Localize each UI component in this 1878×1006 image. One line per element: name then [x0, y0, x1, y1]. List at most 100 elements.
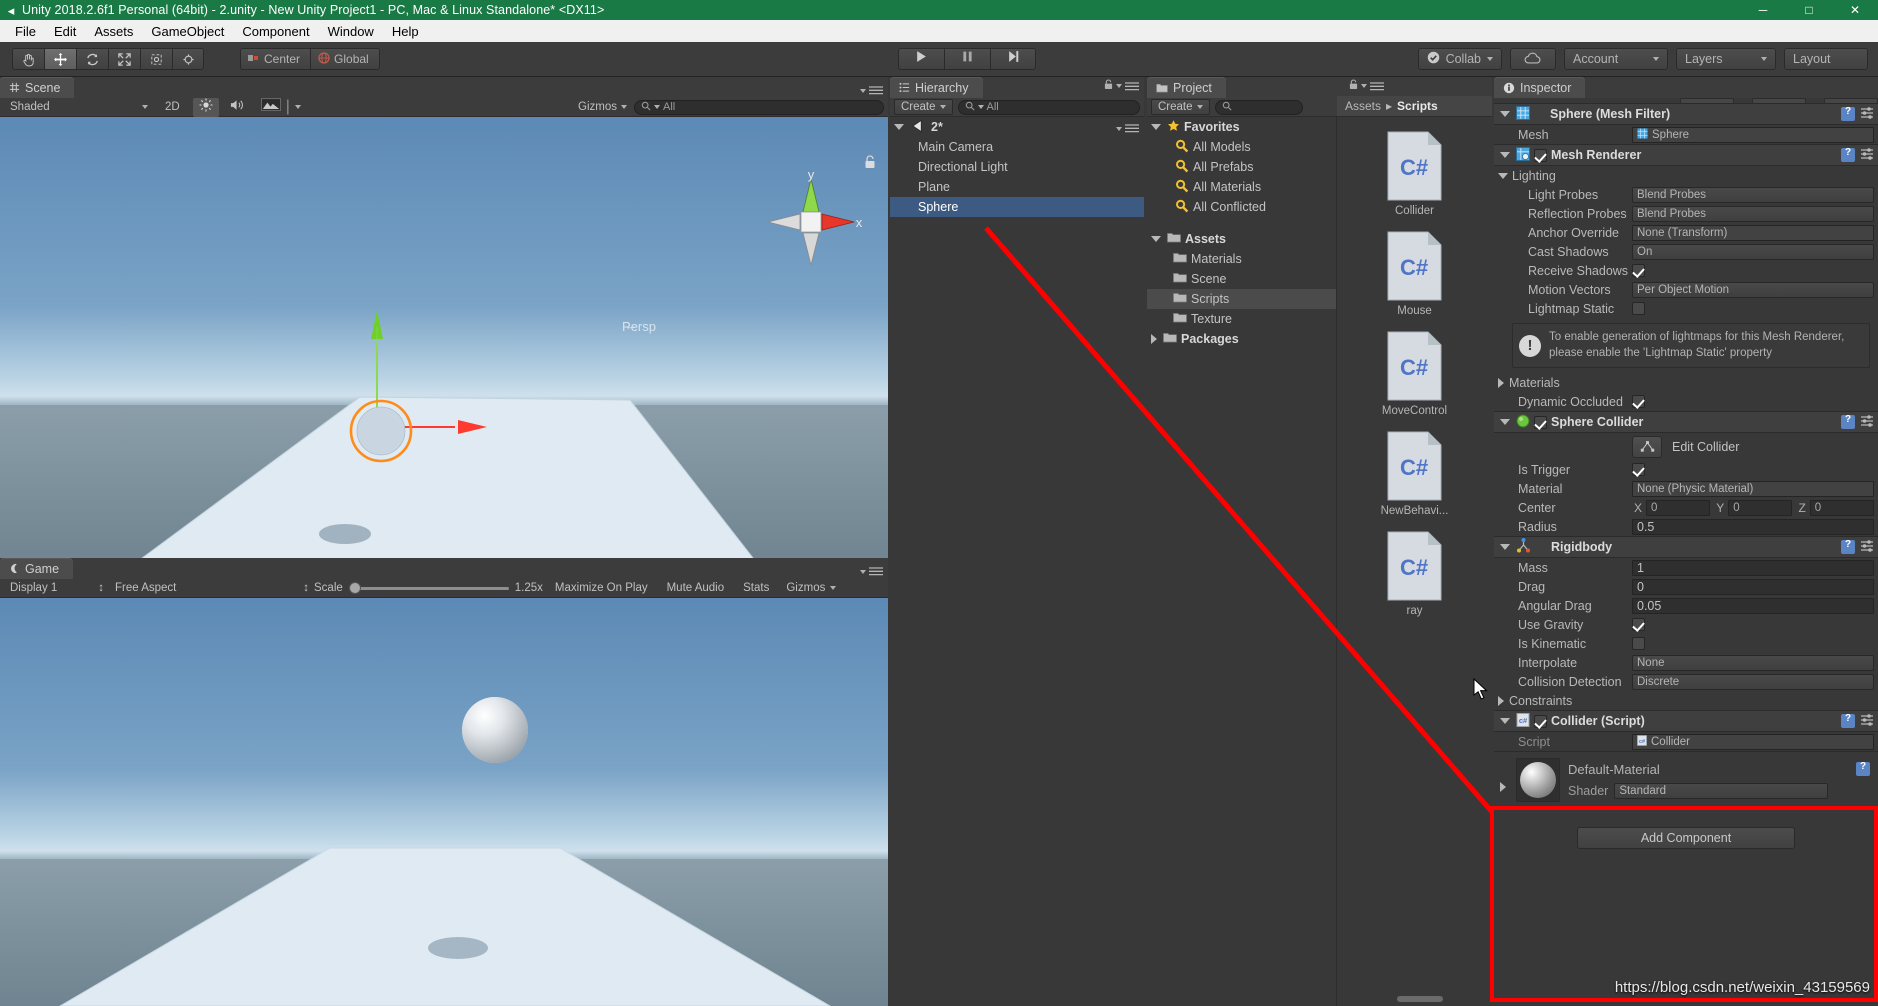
chevron-down-icon[interactable]: [1151, 124, 1161, 130]
layers-button[interactable]: Layers: [1676, 48, 1776, 70]
section-lighting[interactable]: Lighting: [1494, 166, 1878, 185]
hierarchy-search-input[interactable]: All: [958, 100, 1140, 115]
game-viewport[interactable]: [0, 598, 888, 1006]
add-component-button[interactable]: Add Component: [1577, 827, 1795, 849]
chevron-down-icon[interactable]: [1500, 111, 1510, 117]
asset-item-movecontrol[interactable]: C# MoveControl: [1337, 331, 1492, 417]
space-mode-button[interactable]: Global: [310, 48, 380, 70]
light-probes-dropdown[interactable]: Blend Probes: [1632, 187, 1874, 203]
scene-viewport[interactable]: y x Persp ←: [0, 117, 888, 567]
project-favorite-all-conflicted[interactable]: All Conflicted: [1147, 197, 1336, 217]
scene-search-input[interactable]: All: [634, 100, 884, 115]
drag-input[interactable]: 0: [1632, 579, 1874, 595]
scale-thumb[interactable]: [349, 582, 361, 594]
preset-icon[interactable]: [1860, 147, 1874, 164]
project-favorite-all-materials[interactable]: All Materials: [1147, 177, 1336, 197]
mesh-renderer-enabled-checkbox[interactable]: [1534, 149, 1547, 162]
scene-lighting-toggle[interactable]: [193, 98, 219, 117]
component-header-rigidbody[interactable]: Rigidbody: [1494, 536, 1878, 558]
menu-gameobject[interactable]: GameObject: [142, 22, 233, 41]
script-object-field[interactable]: c# Collider: [1632, 734, 1874, 750]
use-gravity-checkbox[interactable]: [1632, 618, 1645, 631]
center-y-input[interactable]: 0: [1728, 500, 1792, 516]
prop-materials-foldout[interactable]: Materials: [1494, 373, 1878, 392]
help-icon[interactable]: [1856, 762, 1870, 776]
anchor-override-object-field[interactable]: None (Transform): [1632, 225, 1874, 241]
tab-project[interactable]: Project: [1147, 77, 1226, 98]
toggle-2d-button[interactable]: 2D: [157, 101, 188, 113]
hierarchy-create-button[interactable]: Create: [894, 99, 953, 115]
stats-toggle[interactable]: Stats: [736, 582, 776, 594]
rotate-tool-button[interactable]: [76, 48, 108, 70]
pause-button[interactable]: [944, 48, 990, 70]
component-header-collider-script[interactable]: c# Collider (Script): [1494, 710, 1878, 732]
collab-button[interactable]: Collab: [1418, 48, 1502, 70]
play-button[interactable]: [898, 48, 944, 70]
project-options[interactable]: [1349, 77, 1384, 95]
maximize-on-play-toggle[interactable]: Maximize On Play: [548, 582, 655, 594]
mass-input[interactable]: 1: [1632, 560, 1874, 576]
menu-component[interactable]: Component: [233, 22, 318, 41]
project-create-button[interactable]: Create: [1151, 99, 1210, 115]
move-tool-button[interactable]: [44, 48, 76, 70]
asset-item-ray[interactable]: C# ray: [1337, 531, 1492, 617]
step-button[interactable]: [990, 48, 1036, 70]
breadcrumb-scripts[interactable]: Scripts: [1397, 99, 1438, 113]
tab-inspector[interactable]: Inspector: [1494, 77, 1585, 98]
asset-item-mouse[interactable]: C# Mouse: [1337, 231, 1492, 317]
chevron-down-icon[interactable]: [1151, 236, 1161, 242]
project-assets-root[interactable]: Assets: [1147, 229, 1336, 249]
chevron-right-icon[interactable]: [1500, 782, 1506, 792]
pivot-mode-button[interactable]: Center: [240, 48, 310, 70]
project-folder-texture[interactable]: Texture: [1147, 309, 1336, 329]
is-kinematic-checkbox[interactable]: [1632, 637, 1645, 650]
help-icon[interactable]: [1841, 540, 1855, 554]
chevron-down-icon[interactable]: [894, 124, 904, 130]
help-icon[interactable]: [1841, 148, 1855, 162]
menu-file[interactable]: File: [6, 22, 45, 41]
layout-button[interactable]: Layout: [1784, 48, 1868, 70]
mute-audio-toggle[interactable]: Mute Audio: [660, 582, 732, 594]
hierarchy-item-sphere[interactable]: Sphere: [890, 197, 1144, 217]
aspect-dropdown[interactable]: Free Aspect ↕: [109, 582, 309, 594]
gizmos-dropdown[interactable]: Gizmos: [578, 101, 629, 113]
account-button[interactable]: Account: [1564, 48, 1668, 70]
scene-orientation-gizmo[interactable]: y x: [756, 167, 866, 277]
receive-shadows-checkbox[interactable]: [1632, 264, 1645, 277]
chevron-down-icon[interactable]: [1498, 173, 1508, 179]
menu-edit[interactable]: Edit: [45, 22, 85, 41]
physic-material-object-field[interactable]: None (Physic Material): [1632, 481, 1874, 497]
game-options[interactable]: [860, 567, 883, 576]
asset-item-newbehaviour[interactable]: C# NewBehavi...: [1337, 431, 1492, 517]
prop-constraints-foldout[interactable]: Constraints: [1494, 691, 1878, 710]
shader-dropdown[interactable]: Standard: [1614, 783, 1828, 799]
chevron-down-icon[interactable]: [1500, 544, 1510, 550]
component-header-mesh-filter[interactable]: Sphere (Mesh Filter): [1494, 103, 1878, 125]
menu-window[interactable]: Window: [319, 22, 383, 41]
hierarchy-item-main-camera[interactable]: Main Camera: [890, 137, 1144, 157]
hierarchy-item-directional-light[interactable]: Directional Light: [890, 157, 1144, 177]
reflection-probes-dropdown[interactable]: Blend Probes: [1632, 206, 1874, 222]
chevron-right-icon[interactable]: [1151, 334, 1157, 344]
preset-icon[interactable]: [1860, 713, 1874, 730]
project-favorite-all-models[interactable]: All Models: [1147, 137, 1336, 157]
hierarchy-scene-header[interactable]: 2*: [890, 117, 1144, 137]
hierarchy-scene-options[interactable]: [1116, 124, 1139, 133]
cast-shadows-dropdown[interactable]: On: [1632, 244, 1874, 260]
transform-tool-button[interactable]: [172, 48, 204, 70]
chevron-down-icon[interactable]: [1500, 152, 1510, 158]
tab-hierarchy[interactable]: Hierarchy: [890, 77, 983, 98]
mesh-object-field[interactable]: Sphere: [1632, 127, 1874, 143]
game-gizmos-dropdown[interactable]: Gizmos: [781, 582, 841, 594]
project-folder-materials[interactable]: Materials: [1147, 249, 1336, 269]
scene-options[interactable]: [860, 86, 883, 95]
scale-tool-button[interactable]: [108, 48, 140, 70]
lightmap-static-checkbox[interactable]: [1632, 302, 1645, 315]
breadcrumb-assets[interactable]: Assets: [1345, 99, 1381, 113]
scene-lock-icon[interactable]: [864, 155, 876, 174]
collider-script-enabled-checkbox[interactable]: [1534, 715, 1547, 728]
asset-grid-scrollbar[interactable]: [1337, 992, 1492, 1006]
dynamic-occluded-checkbox[interactable]: [1632, 395, 1645, 408]
chevron-down-icon[interactable]: [1500, 419, 1510, 425]
chevron-right-icon[interactable]: [1498, 696, 1504, 706]
